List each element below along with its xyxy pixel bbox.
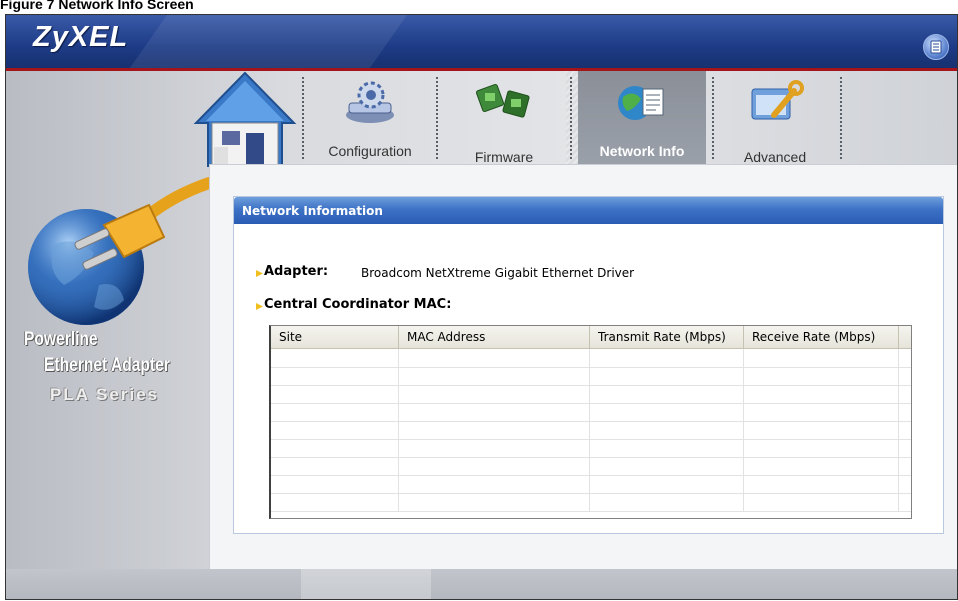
wrench-window-icon [751,80,804,120]
table-cell [271,475,399,493]
table-cell [744,385,899,403]
nav-separator [712,77,714,159]
panel-titlebar: Network Information [234,197,943,224]
column-header-mac-address[interactable]: MAC Address [399,326,590,348]
table-cell [590,367,744,385]
table-cell [271,439,399,457]
tab-label: Firmware [474,149,534,165]
header-decoration [117,15,415,68]
table-cell [399,349,590,367]
tab-label: Network Info [599,143,685,159]
table-cell [744,421,899,439]
tab-advanced[interactable]: Advanced [720,71,830,165]
table-cell [590,403,744,421]
header-bar: ZyXEL [6,15,957,68]
zyxel-logo: ZyXEL [33,21,129,53]
table-cell [590,439,744,457]
tab-network-info[interactable]: Network Info [578,71,706,164]
brand-ethernet-adapter: Ethernet Adapter [44,355,170,376]
table-row[interactable] [271,385,911,404]
table-row[interactable] [271,475,911,494]
nav-separator [302,77,304,159]
tab-label: Advanced [743,149,807,165]
table-cell [271,403,399,421]
table-cell [399,421,590,439]
table-cell [744,457,899,475]
table-cell [590,475,744,493]
arrow-bullet-icon [256,270,263,277]
column-header-transmit-rate[interactable]: Transmit Rate (Mbps) [590,326,744,348]
table-row[interactable] [271,349,911,368]
table-cell [590,457,744,475]
table-cell [744,349,899,367]
home-icon[interactable] [192,71,298,167]
table-cell [399,493,590,511]
nav-separator [840,77,842,159]
arrow-bullet-icon [256,303,263,310]
tab-configuration[interactable]: Configuration [310,71,430,164]
brand-series: PLA Series [50,385,160,404]
column-header-receive-rate[interactable]: Receive Rate (Mbps) [744,326,899,348]
table-row[interactable] [271,457,911,476]
globe-document-icon [618,86,664,120]
table-cell [399,385,590,403]
table-cell [744,493,899,511]
table-row[interactable] [271,421,911,440]
app-window: ZyXEL Powerline Ethernet Adapter PLA Ser… [5,14,958,600]
nav-separator [436,77,438,159]
brand-powerline: Powerline [24,329,98,350]
powerline-plug-globe-icon [28,177,209,325]
station-table[interactable]: Site MAC Address Transmit Rate (Mbps) Re… [269,325,912,519]
tab-firmware[interactable]: Firmware [444,71,564,165]
help-icon[interactable] [923,34,949,60]
footer-highlight [301,569,431,599]
column-header-site[interactable]: Site [271,326,399,348]
table-cell [271,493,399,511]
table-cell [590,421,744,439]
figure-caption: Figure 7 Network Info Screen [0,0,194,12]
table-cell [590,493,744,511]
table-cell [271,421,399,439]
table-cell [744,439,899,457]
document-icon [930,40,942,54]
table-cell [271,349,399,367]
table-cell [590,349,744,367]
table-cell [399,475,590,493]
chip-icon [475,83,530,118]
gear-computer-icon [346,81,394,123]
table-row[interactable] [271,493,911,512]
footer-strip [6,569,957,599]
table-cell [271,385,399,403]
table-row[interactable] [271,403,911,422]
tab-label: Configuration [328,143,412,159]
table-cell [271,457,399,475]
adapter-value: Broadcom NetXtreme Gigabit Ethernet Driv… [361,266,635,280]
adapter-label: Adapter: [264,264,329,279]
table-cell [399,367,590,385]
table-cell [399,439,590,457]
table-cell [399,403,590,421]
table-row[interactable] [271,439,911,458]
table-cell [399,457,590,475]
central-coordinator-mac-label: Central Coordinator MAC: [264,297,452,312]
table-row[interactable] [271,367,911,386]
table-header: Site MAC Address Transmit Rate (Mbps) Re… [271,326,911,349]
nav-separator [570,77,572,159]
panel-title: Network Information [242,204,383,218]
table-cell [590,385,744,403]
table-cell [744,367,899,385]
table-cell [271,367,399,385]
table-cell [744,475,899,493]
table-cell [744,403,899,421]
